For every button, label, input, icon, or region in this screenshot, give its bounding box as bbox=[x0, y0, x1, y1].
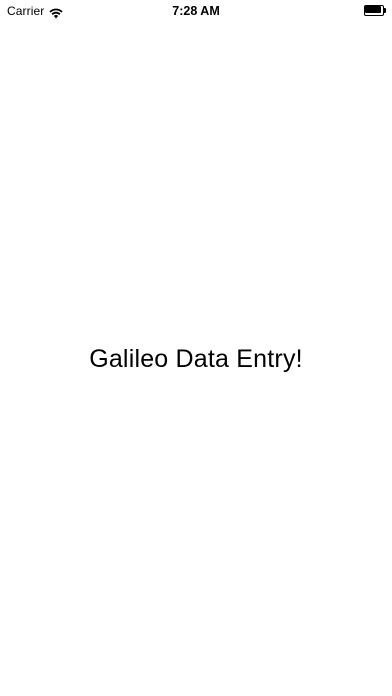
page-title: Galileo Data Entry! bbox=[89, 344, 303, 373]
status-bar: Carrier 7:28 AM bbox=[0, 0, 392, 22]
main-content: Galileo Data Entry! bbox=[0, 22, 392, 696]
battery-fill bbox=[365, 6, 381, 13]
battery-tip bbox=[384, 8, 386, 13]
status-time: 7:28 AM bbox=[172, 4, 220, 18]
app-screen: Carrier 7:28 AM Galileo Data Entry! bbox=[0, 0, 392, 696]
battery-icon bbox=[364, 5, 386, 16]
